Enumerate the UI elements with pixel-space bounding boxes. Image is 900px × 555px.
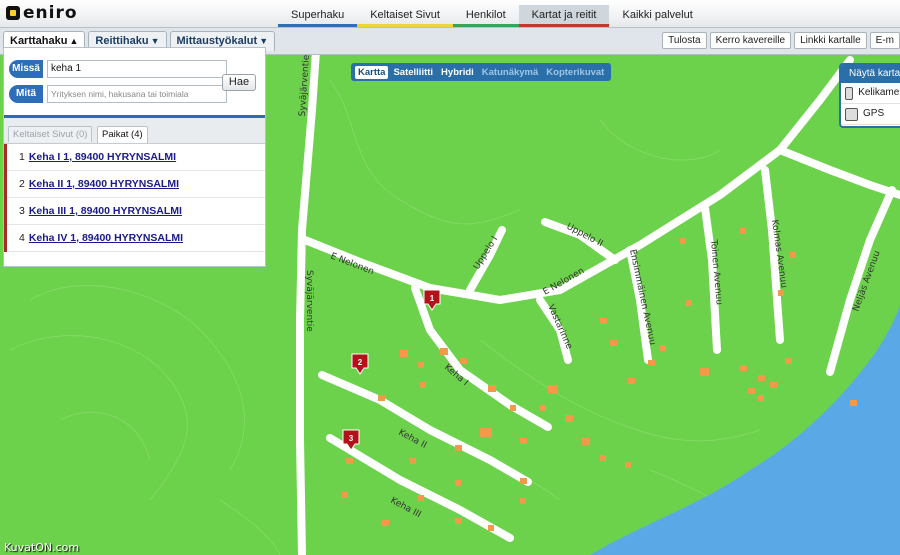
tab-yellow-pages[interactable]: Keltaiset Sivut (0) (8, 126, 93, 142)
tab-places[interactable]: Paikat (4) (97, 126, 148, 143)
nav-tab-keltaiset-sivut[interactable]: Keltaiset Sivut (357, 5, 453, 27)
nav-tab-henkilot[interactable]: Henkilot (452, 5, 519, 27)
map-type-satellite[interactable]: Satelliitti (390, 66, 436, 79)
map-type-map[interactable]: Kartta (355, 65, 389, 79)
gps-icon (845, 107, 858, 121)
nav-tab-superhaku[interactable]: Superhaku (278, 5, 358, 27)
result-link[interactable]: Keha III 1, 89400 HYRYNSALMI (29, 205, 182, 217)
result-link[interactable]: Keha I 1, 89400 HYRYNSALMI (29, 151, 176, 163)
result-item: 2 Keha II 1, 89400 HYRYNSALMI (7, 171, 265, 198)
nav-tab-kartat-ja-reitit[interactable]: Kartat ja reitit (518, 5, 610, 27)
logo-icon (6, 6, 20, 20)
chevron-down-icon: ▼ (150, 36, 160, 46)
map-type-street-view[interactable]: Katunäkymä (479, 66, 542, 79)
map-type-helicopter[interactable]: Kopterikuvat (543, 66, 607, 79)
logo-text: eniro (23, 3, 78, 23)
top-bar: eniro Superhaku Keltaiset Sivut Henkilot… (0, 0, 900, 28)
search-panel: Missä keha 1 Mitä Yrityksen nimi, hakusa… (3, 47, 266, 267)
show-on-map-panel: Näytä kartalla Kelikamerat GPS (839, 63, 900, 128)
result-tabs: Keltaiset Sivut (0) Paikat (4) (4, 118, 265, 144)
watermark: KuvatON.com (4, 541, 80, 554)
subtab-reittihaku-label: Reittihaku (95, 35, 149, 47)
tell-friends-button[interactable]: Kerro kavereille (709, 32, 792, 49)
what-label: Mitä (9, 85, 43, 103)
main-nav: Superhaku Keltaiset Sivut Henkilot Karta… (278, 5, 706, 27)
result-number: 1 (19, 151, 25, 163)
show-on-map-title: Näytä kartalla (841, 65, 900, 83)
result-number: 4 (19, 232, 25, 244)
subtab-mittaustyokalut-label: Mittaustyökalut (176, 35, 258, 47)
print-button[interactable]: Tulosta (662, 32, 707, 49)
result-item: 1 Keha I 1, 89400 HYRYNSALMI (7, 144, 265, 171)
marker-1-label: 1 (430, 294, 435, 303)
marker-2-label: 2 (358, 358, 363, 367)
chevron-down-icon: ▼ (259, 36, 269, 46)
nav-tab-kaikki-palvelut[interactable]: Kaikki palvelut (609, 5, 705, 27)
results-list: 1 Keha I 1, 89400 HYRYNSALMI 2 Keha II 1, … (4, 144, 265, 252)
result-link[interactable]: Keha IV 1, 89400 HYRYNSALMI (29, 232, 183, 244)
subtab-karttahaku-label: Karttahaku (10, 35, 68, 47)
result-item: 4 Keha IV 1, 89400 HYRYNSALMI (7, 225, 265, 252)
result-number: 3 (19, 205, 25, 217)
map-type-switcher: Kartta Satelliitti Hybridi Katunäkymä Ko… (351, 63, 612, 81)
eniro-logo[interactable]: eniro (6, 3, 78, 23)
marker-3-label: 3 (349, 434, 354, 443)
chevron-up-icon: ▲ (69, 36, 79, 46)
result-link[interactable]: Keha II 1, 89400 HYRYNSALMI (29, 178, 179, 190)
where-label: Missä (9, 60, 43, 78)
where-input[interactable]: keha 1 (47, 60, 227, 78)
map-type-hybrid[interactable]: Hybridi (438, 66, 477, 79)
camera-icon (845, 86, 854, 100)
map-link-button[interactable]: Linkki kartalle (794, 32, 867, 49)
search-button[interactable]: Hae (222, 74, 256, 91)
result-number: 2 (19, 178, 25, 190)
email-button[interactable]: E-m (869, 32, 900, 49)
option-weather-cameras[interactable]: Kelikamerat (841, 83, 900, 104)
option-gps-label: GPS (863, 108, 885, 119)
what-input[interactable]: Yrityksen nimi, hakusana tai toimiala (47, 85, 227, 103)
label-syvajarventie-lower: Syväjärventie (304, 270, 314, 332)
option-gps[interactable]: GPS (841, 104, 900, 125)
option-weather-cameras-label: Kelikamerat (858, 87, 900, 98)
result-item: 3 Keha III 1, 89400 HYRYNSALMI (7, 198, 265, 225)
